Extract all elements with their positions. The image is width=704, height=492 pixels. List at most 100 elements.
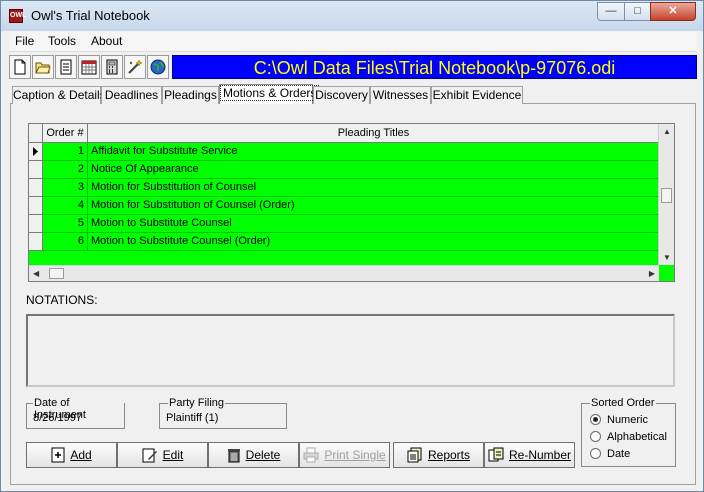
scroll-down-icon[interactable]: ▼ bbox=[663, 253, 671, 262]
reports-icon bbox=[407, 447, 422, 463]
pleading-title-cell: Notice Of Appearance bbox=[88, 161, 659, 179]
reports-button-label: Reports bbox=[427, 448, 471, 462]
print-single-button-label: Print Single bbox=[324, 448, 386, 462]
add-button-label: Add bbox=[70, 448, 92, 462]
tab-witnesses[interactable]: Witnesses bbox=[370, 86, 431, 104]
row-selector[interactable] bbox=[29, 179, 43, 197]
vertical-scroll-thumb[interactable] bbox=[661, 188, 672, 203]
row-selector[interactable] bbox=[29, 143, 43, 161]
pleading-title-cell: Motion to Substitute Counsel bbox=[88, 215, 659, 233]
horizontal-scrollbar[interactable]: ◀ ▶ bbox=[29, 265, 659, 281]
title-bar[interactable]: OWL Owl's Trial Notebook — □ ✕ bbox=[1, 1, 703, 31]
owl-app-icon: OWL bbox=[9, 9, 26, 23]
radio-numeric-label: Numeric bbox=[607, 414, 648, 426]
notations-label: NOTATIONS: bbox=[26, 293, 98, 307]
menu-tools[interactable]: Tools bbox=[48, 34, 76, 48]
column-header-order[interactable]: Order # bbox=[43, 124, 88, 142]
tab-pleadings[interactable]: Pleadings bbox=[162, 86, 219, 104]
pleading-title-cell: Motion to Substitute Counsel (Order) bbox=[88, 233, 659, 251]
new-file-icon bbox=[14, 59, 26, 75]
table-row[interactable]: 5 Motion to Substitute Counsel bbox=[29, 215, 659, 233]
add-icon bbox=[51, 447, 65, 463]
sorted-order-group: Sorted Order Numeric Alphabetical Date bbox=[581, 397, 676, 467]
order-number-cell: 2 bbox=[43, 161, 88, 179]
table-row[interactable]: 6 Motion to Substitute Counsel (Order) bbox=[29, 233, 659, 251]
delete-button[interactable]: Delete bbox=[208, 442, 299, 468]
pleading-title-cell: Affidavit for Substitute Service bbox=[88, 143, 659, 161]
grid-header: Order # Pleading Titles bbox=[29, 124, 659, 143]
pleading-title-cell: Motion for Substitution of Counsel (Orde… bbox=[88, 197, 659, 215]
scroll-left-icon[interactable]: ◀ bbox=[33, 269, 39, 278]
calendar-button[interactable] bbox=[78, 55, 100, 79]
order-number-cell: 3 bbox=[43, 179, 88, 197]
file-path-display: C:\Owl Data Files\Trial Notebook\p-97076… bbox=[172, 55, 697, 79]
renumber-button-label: Re-Number bbox=[508, 448, 571, 462]
tab-exhibit-evidence[interactable]: Exhibit Evidence bbox=[431, 86, 523, 104]
open-folder-button[interactable] bbox=[32, 55, 54, 79]
scroll-up-icon[interactable]: ▲ bbox=[663, 127, 671, 136]
globe-button[interactable] bbox=[147, 55, 169, 79]
vertical-scrollbar[interactable]: ▲ ▼ bbox=[658, 124, 674, 265]
row-selector[interactable] bbox=[29, 161, 43, 179]
radio-alphabetical[interactable] bbox=[590, 431, 601, 442]
new-file-button[interactable] bbox=[9, 55, 31, 79]
row-selector[interactable] bbox=[29, 215, 43, 233]
table-row[interactable]: 2 Notice Of Appearance bbox=[29, 161, 659, 179]
tab-discovery[interactable]: Discovery bbox=[313, 86, 370, 104]
party-filing-box: Party Filing Plaintiff (1) bbox=[159, 397, 287, 429]
menu-about[interactable]: About bbox=[91, 34, 122, 48]
add-button[interactable]: Add bbox=[26, 442, 117, 468]
table-row[interactable]: 3 Motion for Substitution of Counsel bbox=[29, 179, 659, 197]
party-filing-label: Party Filing bbox=[168, 397, 226, 409]
calculator-button[interactable] bbox=[101, 55, 123, 79]
scroll-right-icon[interactable]: ▶ bbox=[649, 269, 655, 278]
open-folder-icon bbox=[35, 62, 51, 74]
maximize-button[interactable]: □ bbox=[624, 2, 651, 21]
tab-caption-details[interactable]: Caption & Details bbox=[12, 86, 106, 104]
radio-alphabetical-label: Alphabetical bbox=[607, 431, 667, 443]
table-row[interactable]: 4 Motion for Substitution of Counsel (Or… bbox=[29, 197, 659, 215]
tab-motions-orders-label: Motions & Orders bbox=[220, 85, 320, 101]
wizard-button[interactable] bbox=[124, 55, 146, 79]
app-window: OWL Owl's Trial Notebook — □ ✕ File Tool… bbox=[0, 0, 704, 492]
globe-icon bbox=[150, 59, 166, 75]
calendar-icon bbox=[81, 60, 97, 75]
toolbar: C:\Owl Data Files\Trial Notebook\p-97076… bbox=[9, 55, 697, 80]
wizard-icon bbox=[128, 59, 143, 74]
tab-deadlines[interactable]: Deadlines bbox=[101, 86, 162, 104]
renumber-button[interactable]: Re-Number bbox=[484, 442, 575, 468]
radio-date-label: Date bbox=[607, 448, 631, 460]
radio-numeric[interactable] bbox=[590, 414, 601, 425]
print-icon bbox=[303, 447, 319, 463]
row-selector[interactable] bbox=[29, 233, 43, 251]
table-row[interactable]: 1 Affidavit for Substitute Service bbox=[29, 143, 659, 161]
current-row-arrow-icon bbox=[33, 147, 38, 156]
pleadings-grid[interactable]: Order # Pleading Titles 1 Affidavit for … bbox=[28, 123, 675, 282]
window-title: Owl's Trial Notebook bbox=[31, 8, 150, 23]
edit-icon bbox=[142, 448, 157, 463]
reports-button[interactable]: Reports bbox=[393, 442, 484, 468]
order-number-cell: 6 bbox=[43, 233, 88, 251]
close-button[interactable]: ✕ bbox=[650, 2, 696, 21]
order-number-cell: 4 bbox=[43, 197, 88, 215]
radio-date[interactable] bbox=[590, 448, 601, 459]
document-icon bbox=[60, 59, 72, 75]
calculator-icon bbox=[106, 59, 118, 75]
document-button[interactable] bbox=[55, 55, 77, 79]
column-header-titles[interactable]: Pleading Titles bbox=[88, 124, 659, 142]
menu-file[interactable]: File bbox=[15, 34, 34, 48]
order-number-cell: 5 bbox=[43, 215, 88, 233]
notations-field[interactable] bbox=[26, 314, 675, 387]
print-single-button[interactable]: Print Single bbox=[299, 442, 390, 468]
edit-button-label: Edit bbox=[162, 448, 184, 462]
tab-motions-orders[interactable]: Motions & Orders bbox=[219, 84, 320, 104]
menu-bar: File Tools About bbox=[9, 32, 697, 52]
row-selector-header bbox=[29, 124, 43, 142]
edit-button[interactable]: Edit bbox=[117, 442, 208, 468]
horizontal-scroll-thumb[interactable] bbox=[49, 268, 64, 279]
date-of-instrument-box: Date of Instrument 8/26/1997 bbox=[26, 397, 125, 429]
delete-button-label: Delete bbox=[245, 448, 281, 462]
trash-icon bbox=[227, 449, 240, 463]
minimize-button[interactable]: — bbox=[597, 2, 625, 21]
row-selector[interactable] bbox=[29, 197, 43, 215]
